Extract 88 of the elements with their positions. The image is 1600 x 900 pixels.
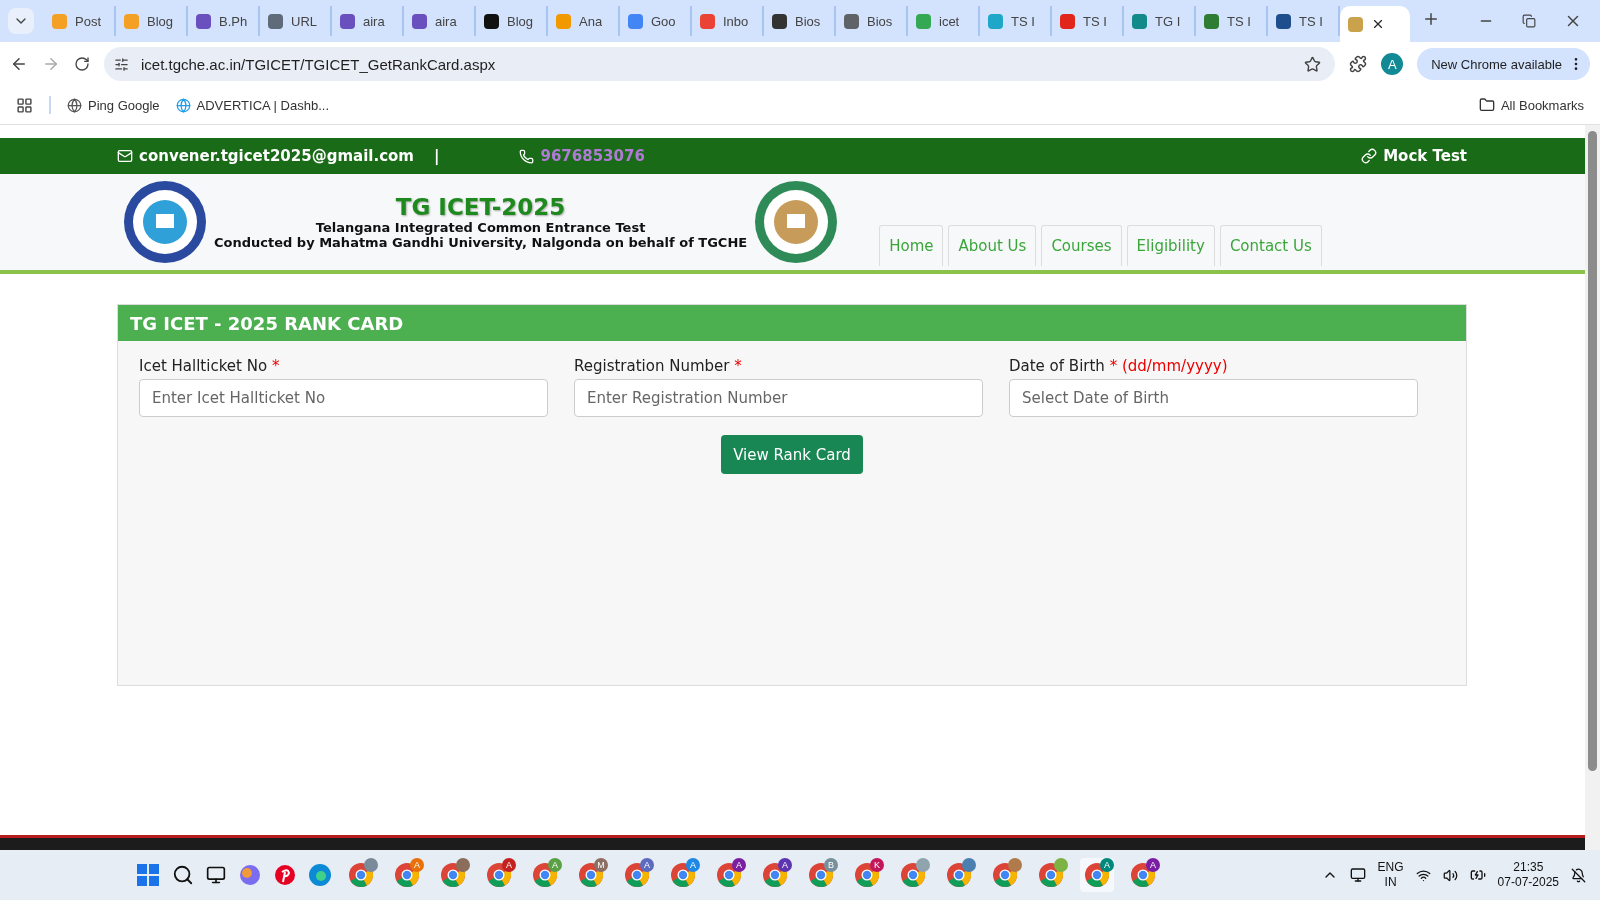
profile-badge: A xyxy=(778,858,792,872)
update-button[interactable]: New Chrome available xyxy=(1417,48,1590,80)
input-field[interactable]: Select Date of Birth xyxy=(1009,379,1418,417)
site-settings-icon[interactable] xyxy=(114,56,129,72)
bookmark-link[interactable]: ADVERTICA | Dashb... xyxy=(196,97,330,113)
back-icon[interactable] xyxy=(10,55,28,73)
language-indicator[interactable]: ENG IN xyxy=(1377,860,1404,890)
address-bar[interactable]: icet.tgche.ac.in/TGICET/TGICET_GetRankCard.aspx xyxy=(104,47,1336,81)
profile-badge: A xyxy=(502,858,516,872)
input-field[interactable]: Enter Icet Hallticket No xyxy=(139,379,548,417)
browser-tab[interactable]: Blog xyxy=(476,6,548,36)
browser-tab[interactable]: Bios xyxy=(764,6,836,36)
windows-start-icon[interactable] xyxy=(136,863,160,887)
field-label: Date of Birth * (dd/mm/yyyy) xyxy=(1009,357,1229,375)
browser-tab[interactable]: Goo xyxy=(620,6,692,36)
browser-tab[interactable]: Post xyxy=(44,6,116,36)
clock[interactable]: 21:35 07-07-2025 xyxy=(1497,860,1559,890)
browser-tab[interactable]: aira xyxy=(404,6,476,36)
browser-tab[interactable]: icet xyxy=(908,6,980,36)
profile-badge: K xyxy=(870,858,884,872)
taskbar-app[interactable]: A xyxy=(666,858,700,892)
profile-badge: A xyxy=(686,858,700,872)
taskbar-app[interactable]: A xyxy=(482,858,516,892)
star-icon[interactable] xyxy=(1304,55,1322,73)
pin-logo-icon[interactable] xyxy=(274,864,296,886)
profile-badge: B xyxy=(824,858,838,872)
edge-icon[interactable] xyxy=(308,863,332,887)
folder-icon xyxy=(1478,97,1495,113)
close-icon[interactable] xyxy=(1371,17,1385,31)
browser-tab[interactable]: TS I xyxy=(980,6,1052,36)
browser-tab[interactable]: URL xyxy=(260,6,332,36)
battery-icon[interactable] xyxy=(1469,867,1486,883)
browser-tab[interactable]: TG I xyxy=(1124,6,1196,36)
profile-badge: A xyxy=(548,858,562,872)
browser-tab[interactable]: Ana xyxy=(548,6,620,36)
taskbar-app[interactable]: A xyxy=(712,858,746,892)
site-subtitle: Telangana Integrated Common Entrance Test xyxy=(315,220,646,235)
view-rank-card-button[interactable]: View Rank Card xyxy=(721,435,863,474)
card-title: TG ICET - 2025 RANK CARD xyxy=(118,305,1466,341)
browser-tab[interactable]: Blog xyxy=(116,6,188,36)
restore-icon[interactable] xyxy=(1522,14,1536,28)
bookmark-link[interactable]: Ping Google xyxy=(88,97,160,113)
wifi-icon[interactable] xyxy=(1415,867,1431,883)
scrollbar[interactable] xyxy=(1585,125,1600,850)
profile-badge: A xyxy=(410,858,424,872)
conducted-by-text: Conducted by Mahatma Gandhi University, Nalgonda on behalf of TGCHE xyxy=(214,235,748,250)
taskbar-app[interactable]: K xyxy=(850,858,884,892)
profile-badge: M xyxy=(594,858,608,872)
mail-icon xyxy=(117,148,133,164)
taskbar-app[interactable]: A xyxy=(1126,858,1160,892)
search-icon[interactable] xyxy=(172,864,194,886)
link-icon xyxy=(1361,148,1378,164)
email-link[interactable]: convener.tgicet2025@gmail.com xyxy=(139,147,414,165)
globe-icon xyxy=(175,97,191,113)
field-label: Registration Number * xyxy=(574,357,743,375)
forward-icon[interactable] xyxy=(42,55,60,73)
puzzle-icon[interactable] xyxy=(1349,55,1368,73)
browser-tab[interactable]: aira xyxy=(332,6,404,36)
browser-tab[interactable]: TS I xyxy=(1196,6,1268,36)
browser-tab[interactable]: Bios xyxy=(836,6,908,36)
browser-tab[interactable]: TS I xyxy=(1052,6,1124,36)
separator-text: | xyxy=(433,147,440,165)
taskbar-app[interactable]: A xyxy=(1080,858,1114,892)
browser-tab[interactable]: Inbo xyxy=(692,6,764,36)
globe-icon xyxy=(67,97,82,113)
apps-grid-icon[interactable] xyxy=(16,96,33,114)
monitor-icon[interactable] xyxy=(206,865,226,885)
phone-icon[interactable] xyxy=(519,148,535,164)
input-field[interactable]: Enter Registration Number xyxy=(574,379,983,417)
profile-badge: A xyxy=(732,858,746,872)
volume-icon[interactable] xyxy=(1442,867,1458,883)
profile-badge: A xyxy=(640,858,654,872)
all-bookmarks-link[interactable]: All Bookmarks xyxy=(1500,97,1584,113)
taskbar-app[interactable]: A xyxy=(620,858,654,892)
mock-test-link[interactable]: Mock Test xyxy=(1383,147,1467,165)
profile-avatar[interactable]: A xyxy=(1381,53,1404,75)
field-label: Icet Hallticket No * xyxy=(139,357,281,375)
taskbar-app[interactable]: M xyxy=(574,858,608,892)
site-title: TG ICET-2025 xyxy=(395,194,566,220)
profile-badge: A xyxy=(1100,858,1114,872)
notifications-icon[interactable] xyxy=(1571,867,1586,883)
profile-badge: A xyxy=(1146,858,1160,872)
copilot-icon[interactable] xyxy=(238,863,262,887)
taskbar-app[interactable]: A xyxy=(758,858,792,892)
browser-tab[interactable]: B.Ph xyxy=(188,6,260,36)
reload-icon[interactable] xyxy=(74,56,90,72)
plus-icon[interactable] xyxy=(1422,10,1440,28)
monitor-icon[interactable] xyxy=(1349,867,1366,883)
